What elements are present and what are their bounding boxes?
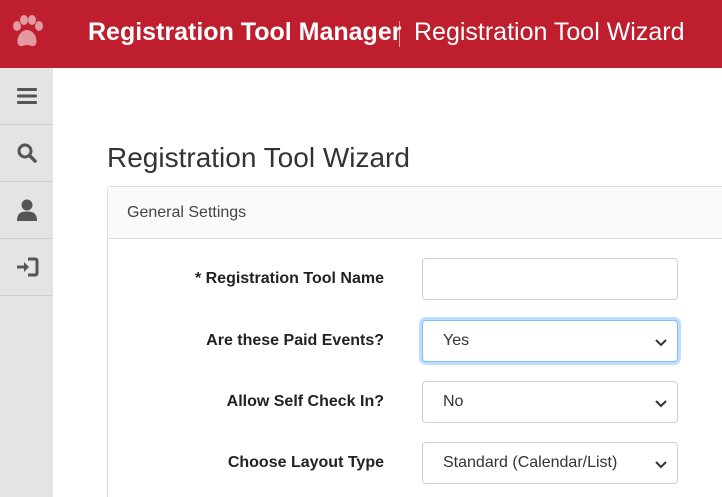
self-check-in-label: Allow Self Check In? xyxy=(226,393,384,410)
sign-in-icon xyxy=(16,257,38,277)
sidebar-menu-button[interactable] xyxy=(0,68,53,125)
paid-events-select[interactable]: Yes xyxy=(422,320,678,362)
sidebar-search-button[interactable] xyxy=(0,125,53,182)
form-row-paid-events: Are these Paid Events? Yes xyxy=(108,320,722,364)
tool-name-label: * Registration Tool Name xyxy=(194,270,384,287)
app-title[interactable]: Registration Tool Manager xyxy=(88,18,401,47)
user-icon xyxy=(16,199,37,221)
layout-type-value: Standard (Calendar/List) xyxy=(443,454,618,471)
panel-header: General Settings xyxy=(108,187,722,239)
sidebar-user-button[interactable] xyxy=(0,182,53,239)
page-breadcrumb: Registration Tool Wizard xyxy=(414,18,685,46)
title-divider xyxy=(399,21,400,47)
chevron-down-icon xyxy=(655,461,667,469)
self-check-in-select[interactable]: No xyxy=(422,381,678,423)
self-check-in-value: No xyxy=(443,393,464,410)
paid-events-value: Yes xyxy=(443,332,470,349)
page-title: Registration Tool Wizard xyxy=(107,142,410,173)
sidebar-signin-button[interactable] xyxy=(0,239,53,296)
tool-name-input[interactable] xyxy=(422,258,678,300)
sidebar xyxy=(0,68,53,497)
chevron-down-icon xyxy=(655,400,667,408)
form-row-tool-name: * Registration Tool Name xyxy=(108,258,722,302)
search-icon xyxy=(17,143,37,163)
layout-type-label: Choose Layout Type xyxy=(227,454,384,471)
general-settings-panel: General Settings * Registration Tool Nam… xyxy=(107,186,722,497)
paid-events-label: Are these Paid Events? xyxy=(206,332,384,349)
paw-print-icon[interactable] xyxy=(10,15,44,51)
chevron-down-icon xyxy=(655,339,667,347)
menu-icon xyxy=(16,88,37,104)
form-row-self-check-in: Allow Self Check In? No xyxy=(108,381,722,425)
top-bar: Registration Tool Manager Registration T… xyxy=(0,0,722,68)
layout-type-select[interactable]: Standard (Calendar/List) xyxy=(422,442,678,484)
form-row-layout-type: Choose Layout Type Standard (Calendar/Li… xyxy=(108,442,722,486)
